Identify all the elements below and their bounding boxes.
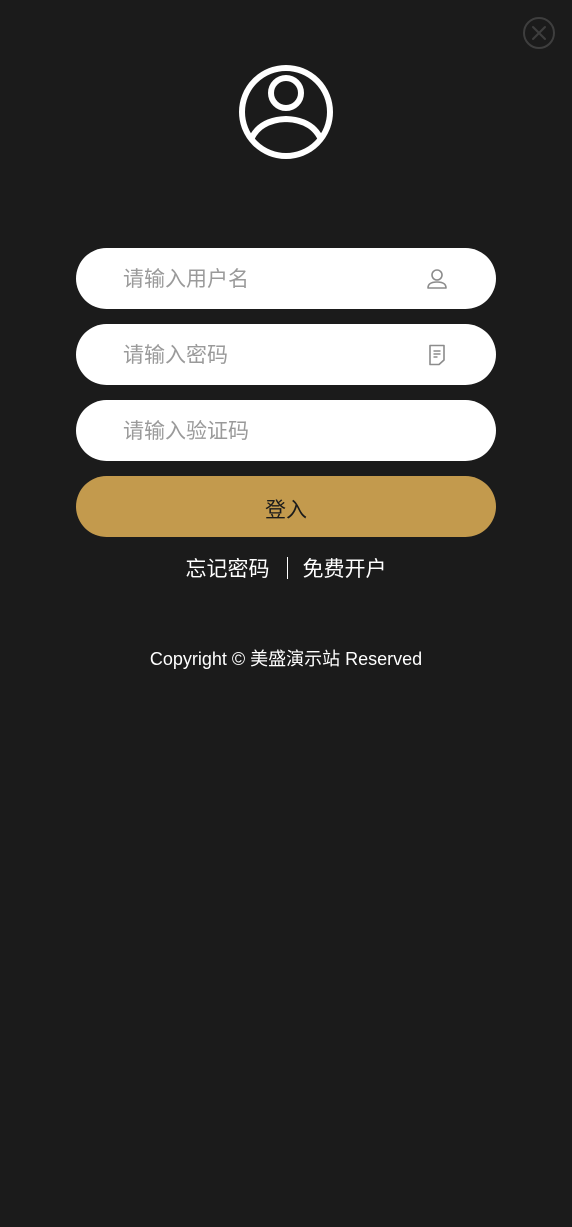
link-separator [286,557,288,579]
register-link[interactable]: 免费开户 [303,553,387,583]
close-icon[interactable] [522,16,556,50]
password-input[interactable] [123,324,413,385]
account-links: 忘记密码 免费开户 [0,553,572,583]
captcha-input[interactable] [123,400,413,461]
login-button[interactable]: 登入 [76,476,496,537]
user-icon [425,267,449,291]
password-field [76,324,496,385]
username-input[interactable] [123,248,413,309]
captcha-field [76,400,496,461]
username-field [76,248,496,309]
copyright-text: Copyright © 美盛演示站 Reserved [149,649,423,669]
document-icon [425,343,449,367]
user-avatar-icon [236,62,336,162]
forgot-password-link[interactable]: 忘记密码 [186,553,270,583]
login-screen: 登入 忘记密码 免费开户 Copyright © 美盛演示站 Reserved [0,0,572,1227]
